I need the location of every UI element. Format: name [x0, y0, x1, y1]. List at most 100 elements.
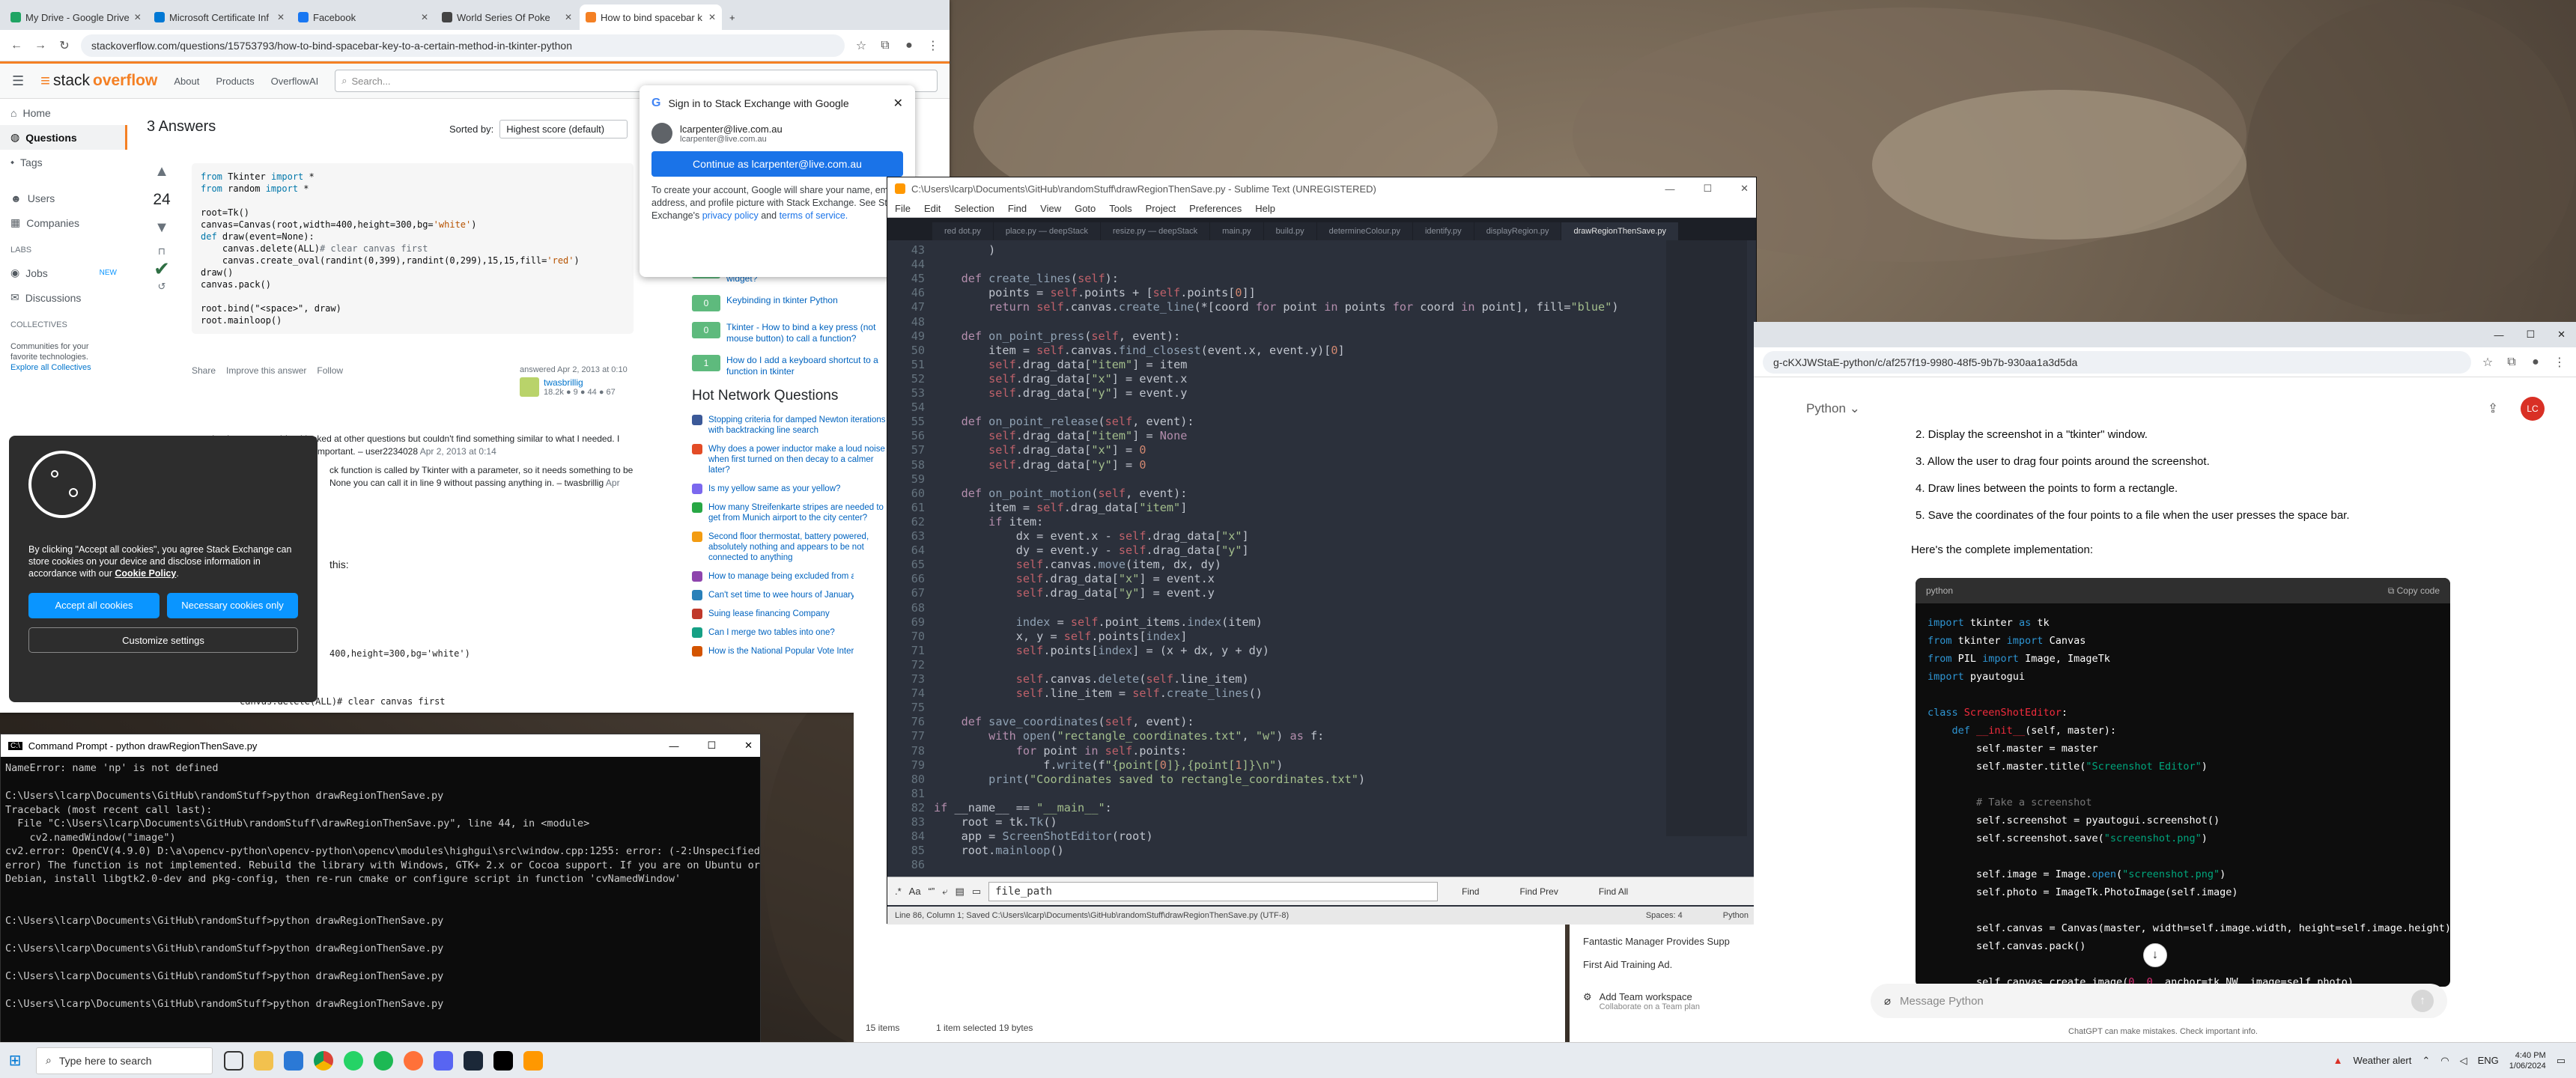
left-nav-jobs[interactable]: ◉ Jobs NEW — [0, 261, 127, 285]
sublime-menu-item[interactable]: Selection — [954, 203, 994, 214]
browser-tab[interactable]: My Drive - Google Drive ✕ — [4, 4, 147, 30]
menu-icon[interactable]: ⋮ — [2552, 355, 2567, 370]
sublime-tab[interactable]: determineColour.py — [1316, 222, 1412, 240]
hot-question[interactable]: Why does a power inductor make a loud no… — [692, 444, 887, 475]
team-workspace[interactable]: ⚙ Add Team workspace Collaborate on a Tea… — [1570, 970, 1754, 1011]
close-tab-icon[interactable]: ✕ — [277, 12, 285, 22]
chatgpt-message-input[interactable]: ⌀ Message Python ↑ — [1871, 984, 2447, 1018]
share-icon[interactable]: ⇪ — [2488, 401, 2498, 416]
sublime-tab[interactable]: resize.py — deepStack — [1101, 222, 1210, 240]
browser-tab[interactable]: How to bind spacebar k ✕ — [580, 4, 722, 30]
wrap-toggle-icon[interactable]: ⤶ — [942, 886, 947, 898]
task-view-button[interactable] — [219, 1046, 249, 1076]
notification-icon[interactable]: ▭ — [2557, 1055, 2566, 1067]
new-tab-button[interactable]: + — [723, 4, 746, 30]
taskbar-app-steam[interactable] — [458, 1046, 488, 1076]
find-all-button[interactable]: Find All — [1582, 883, 1644, 900]
status-syntax[interactable]: Python — [1723, 911, 1749, 920]
reload-icon[interactable]: ↻ — [57, 38, 72, 53]
related-question[interactable]: 0 Keybinding in tkinter Python — [692, 295, 887, 311]
sublime-menu-item[interactable]: Tools — [1109, 203, 1131, 214]
minimize-icon[interactable]: — — [669, 740, 678, 752]
regex-toggle-icon[interactable]: .* — [895, 886, 902, 897]
start-button[interactable]: ⊞ — [0, 1046, 30, 1076]
copy-code-button[interactable]: ⧉ Copy code — [2388, 585, 2440, 597]
bookmark-icon[interactable]: ⊓ — [147, 246, 177, 258]
sublime-tab[interactable]: identify.py — [1412, 222, 1474, 240]
sublime-tab[interactable]: red dot.py — [932, 222, 993, 240]
status-spaces[interactable]: Spaces: 4 — [1646, 911, 1683, 920]
taskbar-app-firefox[interactable] — [398, 1046, 428, 1076]
left-nav-questions[interactable]: ◍ Questions — [0, 125, 127, 150]
taskbar-app-discord[interactable] — [428, 1046, 458, 1076]
close-icon[interactable]: ✕ — [893, 96, 903, 111]
terms-link[interactable]: terms of service. — [780, 210, 848, 221]
sort-select[interactable]: Highest score (default) — [499, 120, 628, 138]
nav-products[interactable]: Products — [216, 76, 254, 87]
history-icon[interactable]: ↺ — [147, 281, 177, 293]
sublime-menu-item[interactable]: Project — [1146, 203, 1176, 214]
find-prev-button[interactable]: Find Prev — [1503, 883, 1574, 900]
cmd-output[interactable]: NameError: name 'np' is not defined C:\Us… — [1, 757, 760, 1047]
accept-cookies-button[interactable]: Accept all cookies — [28, 593, 160, 618]
word-toggle-icon[interactable]: “” — [929, 886, 935, 897]
clock[interactable]: 4:40 PM 1/06/2024 — [2509, 1050, 2546, 1071]
hot-question[interactable]: Stopping criteria for damped Newton iter… — [692, 415, 887, 436]
customize-settings-button[interactable]: Customize settings — [28, 627, 298, 653]
send-icon[interactable]: ↑ — [2411, 990, 2434, 1012]
minimize-icon[interactable]: — — [2494, 329, 2503, 341]
extensions-icon[interactable]: ⧉ — [2504, 356, 2519, 369]
nav-about[interactable]: About — [174, 76, 199, 87]
sublime-minimap[interactable] — [1666, 240, 1747, 836]
weather-alert[interactable]: Weather alert — [2354, 1055, 2412, 1066]
url-field[interactable]: stackoverflow.com/questions/15753793/how… — [81, 34, 845, 57]
minimize-icon[interactable]: — — [1665, 183, 1674, 195]
browser-tab[interactable]: Facebook ✕ — [292, 4, 434, 30]
maximize-icon[interactable]: ☐ — [707, 740, 716, 752]
left-nav-home[interactable]: ⌂ Home — [0, 101, 127, 125]
close-tab-icon[interactable]: ✕ — [708, 12, 716, 22]
cookie-policy-link[interactable]: Cookie Policy — [115, 568, 176, 579]
share-link[interactable]: Share — [192, 365, 216, 376]
maximize-icon[interactable]: ☐ — [1703, 183, 1712, 195]
attach-icon[interactable]: ⌀ — [1884, 994, 1891, 1008]
sublime-menu-item[interactable]: Edit — [924, 203, 941, 214]
bookmark-star-icon[interactable]: ☆ — [854, 38, 869, 53]
case-toggle-icon[interactable]: Aa — [909, 886, 921, 897]
sublime-menu-item[interactable]: File — [895, 203, 911, 214]
profile-icon[interactable]: ● — [902, 39, 917, 52]
user-avatar[interactable]: LC — [2521, 397, 2545, 421]
selection-toggle-icon[interactable]: ▤ — [956, 886, 965, 898]
taskbar-search[interactable]: ⌕ Type here to search — [36, 1047, 213, 1074]
taskbar-app-spotify[interactable] — [368, 1046, 398, 1076]
improve-link[interactable]: Improve this answer — [226, 365, 306, 376]
teams-item-2[interactable]: First Aid Training Ad. — [1570, 947, 1754, 970]
left-nav-users[interactable]: ☻ Users — [0, 186, 127, 210]
weather-icon[interactable]: ▲ — [2333, 1055, 2343, 1066]
nav-overflowai[interactable]: OverflowAI — [271, 76, 319, 87]
sublime-tab[interactable]: place.py — deepStack — [993, 222, 1100, 240]
sublime-menu-item[interactable]: Goto — [1075, 203, 1096, 214]
highlight-toggle-icon[interactable]: ▭ — [972, 886, 981, 898]
taskbar-app-chrome[interactable] — [309, 1046, 338, 1076]
close-icon[interactable]: ✕ — [2557, 329, 2566, 341]
tray-chevron-icon[interactable]: ⌃ — [2422, 1055, 2430, 1067]
volume-icon[interactable]: ◁ — [2460, 1055, 2467, 1067]
sublime-tab[interactable]: build.py — [1263, 222, 1316, 240]
sublime-menu-item[interactable]: View — [1040, 203, 1061, 214]
sublime-tab[interactable]: main.py — [1210, 222, 1263, 240]
close-tab-icon[interactable]: ✕ — [565, 12, 572, 22]
find-input[interactable]: file_path — [988, 881, 1439, 901]
close-icon[interactable]: ✕ — [744, 740, 753, 752]
find-button[interactable]: Find — [1445, 883, 1495, 900]
close-icon[interactable]: ✕ — [1740, 183, 1749, 195]
close-tab-icon[interactable]: ✕ — [134, 12, 142, 22]
collectives-link[interactable]: Explore all Collectives — [10, 363, 91, 372]
sublime-menu-item[interactable]: Preferences — [1189, 203, 1242, 214]
close-tab-icon[interactable]: ✕ — [421, 12, 428, 22]
google-account[interactable]: lcarpenter@live.com.au lcarpenter@live.co… — [651, 123, 903, 144]
chatgpt-url-field[interactable]: g-cKXJWStaE-python/c/af257f19-9980-48f5-… — [1763, 350, 2471, 374]
related-question[interactable]: 0 Tkinter - How to bind a key press (not … — [692, 322, 887, 344]
profile-icon[interactable]: ● — [2528, 356, 2543, 369]
back-icon[interactable]: ← — [9, 39, 24, 52]
